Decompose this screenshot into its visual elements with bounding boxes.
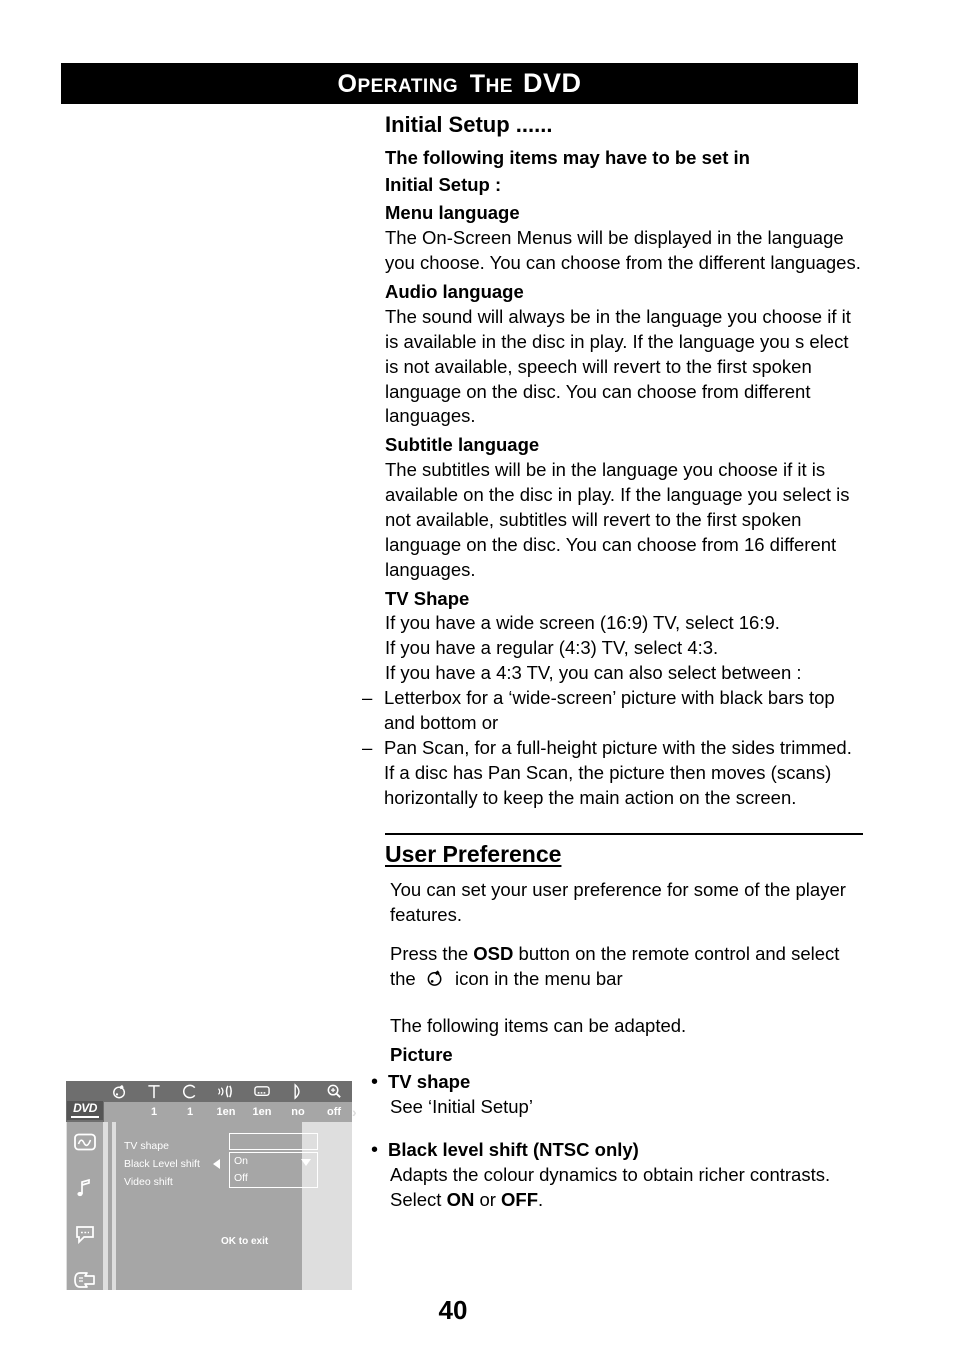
list-item-panscan: – Pan Scan, for a full-height picture wit… xyxy=(362,736,863,811)
sidebar-item-language-settings[interactable] xyxy=(73,1224,97,1245)
osd-value-title: 1 xyxy=(150,1105,158,1118)
osd-more-arrow[interactable]: › xyxy=(352,1105,359,1120)
bullet-item-tv-shape-body: See ‘Initial Setup’ xyxy=(390,1095,533,1117)
osd-menu-item-chapter[interactable] xyxy=(172,1083,208,1100)
page-header-title: OPERATING THE DVD xyxy=(338,70,582,97)
osd-setting-label-tv-shape[interactable]: TV shape xyxy=(124,1137,239,1155)
audio-language-icon xyxy=(216,1083,236,1100)
user-preference-icon xyxy=(426,969,445,988)
dash-marker: – xyxy=(362,737,373,759)
osd-menu-item-audio-language[interactable] xyxy=(208,1083,244,1100)
osd-screen-mockup: DVD 1 1 1en 1en no off › TV shape Black … xyxy=(66,1081,357,1290)
initial-setup-lead-line1: The following items may have to be set i… xyxy=(385,147,750,169)
osd-sidebar xyxy=(67,1122,103,1290)
subtitle-language-heading: Subtitle language xyxy=(385,434,540,456)
audio-language-heading: Audio language xyxy=(385,281,524,303)
tv-shape-line-1: If you have a wide screen (16:9) TV, sel… xyxy=(385,612,780,634)
sidebar-item-picture-settings[interactable] xyxy=(73,1132,97,1152)
black-level-off-label: OFF xyxy=(501,1188,539,1210)
black-level-mid: or xyxy=(474,1188,502,1210)
picture-heading: Picture xyxy=(390,1044,453,1066)
user-preference-heading: User Preference xyxy=(385,841,562,868)
osd-settings-label-list: TV shape Black Level shift Video shift xyxy=(124,1137,239,1191)
osd-setting-label-black-level-shift[interactable]: Black Level shift xyxy=(124,1155,239,1173)
bullet-item-tv-shape: • TV shape xyxy=(371,1070,863,1095)
osd-exit-hint: OK to exit xyxy=(221,1236,269,1247)
chevron-right-icon: › xyxy=(352,1103,357,1120)
osd-value-zoom: off xyxy=(326,1105,342,1118)
osd-dropdown-black-level-shift[interactable]: On Off xyxy=(229,1152,318,1188)
initial-setup-heading: Initial Setup ...... xyxy=(385,112,553,137)
osd-menu-item-user-preference[interactable] xyxy=(104,1083,136,1100)
osd-value-audio-language: 1en xyxy=(216,1105,236,1118)
osd-instruction-tail: icon in the menu bar xyxy=(449,968,623,990)
black-level-end: . xyxy=(538,1188,544,1210)
osd-instruction-before: Press the xyxy=(390,943,474,965)
header-title-dvd: DVD xyxy=(522,68,582,98)
items-adapted-line: The following items can be adapted. xyxy=(390,1015,687,1037)
page-number: 40 xyxy=(438,1295,468,1325)
main-content-column: Initial Setup ...... The following items… xyxy=(362,112,863,1217)
sidebar-item-features-settings[interactable] xyxy=(73,1270,97,1290)
osd-menu-item-subtitle[interactable] xyxy=(244,1083,280,1100)
tv-shape-option-list: – Letterbox for a ‘wide-screen’ picture w… xyxy=(362,686,863,811)
user-preference-icon xyxy=(110,1083,130,1100)
osd-menu-item-angle[interactable] xyxy=(280,1083,316,1100)
audio-language-body: The sound will always be in the language… xyxy=(385,305,851,427)
osd-value-subtitle: 1en xyxy=(252,1105,272,1118)
menu-language-body: The On-Screen Menus will be displayed in… xyxy=(385,227,861,274)
angle-icon xyxy=(288,1083,308,1100)
chevron-down-icon xyxy=(301,1159,311,1166)
osd-menu-item-title[interactable] xyxy=(136,1083,172,1100)
osd-menu-value-row: 1 1 1en 1en no off › xyxy=(104,1102,357,1122)
osd-menu-item-zoom[interactable] xyxy=(316,1083,352,1100)
chapter-icon xyxy=(180,1083,200,1100)
dash-marker: – xyxy=(362,687,373,709)
osd-dropdown-option-off[interactable]: Off xyxy=(230,1170,317,1187)
bullet-marker: • xyxy=(371,1070,379,1093)
header-title-o: O xyxy=(337,70,358,98)
osd-button-label: OSD xyxy=(473,943,514,965)
header-title-he: HE xyxy=(485,76,513,97)
section-divider xyxy=(385,833,863,836)
zoom-icon xyxy=(324,1083,344,1100)
black-level-on-label: ON xyxy=(446,1188,475,1210)
list-item-panscan-text: Pan Scan, for a full-height picture with… xyxy=(384,737,852,809)
tv-shape-line-2: If you have a regular (4:3) TV, select 4… xyxy=(385,637,719,659)
bullet-item-black-level-label: Black level shift (NTSC only) xyxy=(388,1138,639,1160)
user-preference-intro: You can set your user preference for som… xyxy=(390,879,846,926)
bullet-item-black-level: • Black level shift (NTSC only) xyxy=(371,1138,863,1163)
initial-setup-lead-line2: Initial Setup : xyxy=(385,173,502,195)
bullet-item-black-level-body: Adapts the colour dynamics to obtain ric… xyxy=(385,1163,863,1213)
osd-settings-panel: TV shape Black Level shift Video shift O… xyxy=(116,1122,318,1290)
page-header-bar: OPERATING THE DVD xyxy=(61,63,858,104)
list-item-letterbox-text: Letterbox for a ‘wide-screen’ picture wi… xyxy=(384,687,835,734)
osd-dvd-logo: DVD xyxy=(67,1101,103,1120)
sidebar-item-sound-settings[interactable] xyxy=(73,1178,97,1198)
osd-value-chapter: 1 xyxy=(186,1105,194,1118)
subtitle-language-body: The subtitles will be in the language yo… xyxy=(385,459,850,580)
subtitle-icon xyxy=(252,1083,272,1100)
osd-field-tv-shape[interactable] xyxy=(229,1133,318,1150)
bullet-item-tv-shape-label: TV shape xyxy=(388,1070,471,1092)
header-title-perating: PERATING xyxy=(357,76,470,97)
osd-setting-label-video-shift[interactable]: Video shift xyxy=(124,1173,239,1191)
tv-shape-line-3: If you have a 4:3 TV, you can also selec… xyxy=(385,662,802,684)
osd-value-angle: no xyxy=(291,1105,305,1118)
header-title-t: T xyxy=(469,70,486,98)
tv-shape-heading: TV Shape xyxy=(385,587,470,609)
list-item-letterbox: – Letterbox for a ‘wide-screen’ picture w… xyxy=(362,686,863,736)
user-preference-osd-instruction: Press the OSD button on the remote contr… xyxy=(385,942,863,992)
osd-menu-icon-row xyxy=(104,1081,352,1102)
bullet-marker: • xyxy=(371,1138,379,1161)
chevron-left-icon xyxy=(213,1159,220,1169)
title-icon xyxy=(144,1083,164,1100)
menu-language-heading: Menu language xyxy=(385,202,520,224)
